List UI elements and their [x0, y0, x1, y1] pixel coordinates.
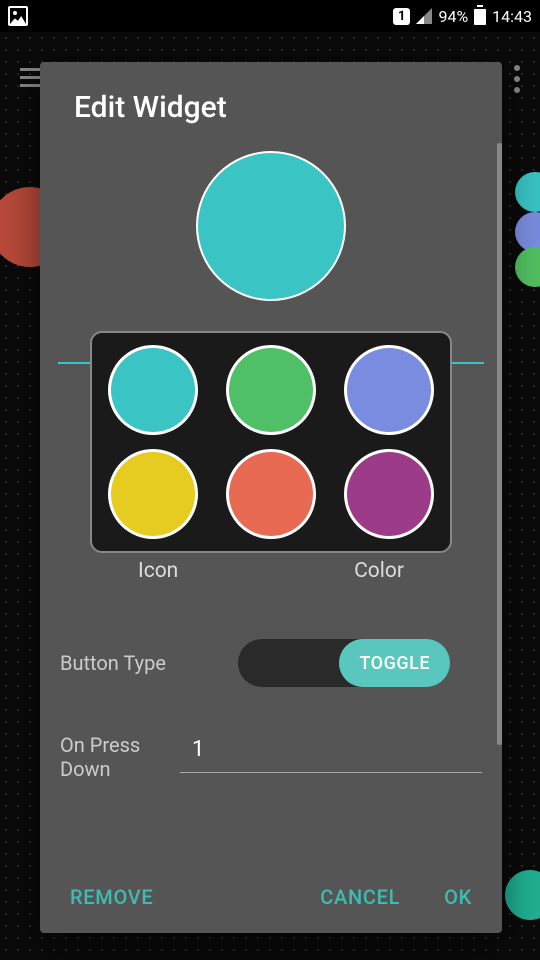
battery-percentage: 94% — [438, 7, 468, 26]
button-type-toggle[interactable]: TOGGLE — [238, 639, 450, 687]
ok-button[interactable]: OK — [444, 885, 472, 909]
toggle-knob: TOGGLE — [339, 639, 450, 687]
cancel-button[interactable]: CANCEL — [320, 885, 400, 909]
picture-icon — [8, 6, 28, 26]
edit-widget-dialog: Edit Widget Icon Color Button Type — [40, 62, 502, 933]
preview-circle[interactable] — [196, 151, 346, 301]
color-swatch-2[interactable] — [344, 345, 434, 435]
on-press-down-input[interactable] — [180, 733, 482, 773]
widget-preview — [58, 143, 484, 331]
dialog-footer: REMOVE CANCEL OK — [40, 865, 502, 933]
sim-indicator: 1 — [393, 8, 410, 25]
color-swatch-0[interactable] — [108, 345, 198, 435]
dialog-title: Edit Widget — [40, 62, 502, 143]
dialog-body: Icon Color Button Type TOGGLE On Press D… — [40, 143, 502, 865]
button-type-label: Button Type — [60, 651, 190, 675]
color-palette — [90, 331, 452, 553]
battery-icon — [474, 7, 486, 25]
color-swatch-3[interactable] — [108, 449, 198, 539]
icon-tab-label[interactable]: Icon — [138, 559, 178, 583]
overflow-menu-icon[interactable] — [514, 65, 520, 93]
color-swatch-5[interactable] — [344, 449, 434, 539]
color-swatch-1[interactable] — [226, 345, 316, 435]
remove-button[interactable]: REMOVE — [70, 885, 153, 909]
color-swatch-4[interactable] — [226, 449, 316, 539]
on-press-down-label: On Press Down — [60, 733, 168, 781]
color-tab-label[interactable]: Color — [354, 559, 404, 583]
scrollbar[interactable] — [497, 143, 502, 745]
status-bar: 1 94% 14:43 — [0, 0, 540, 32]
clock: 14:43 — [492, 7, 532, 26]
signal-icon — [416, 8, 432, 24]
